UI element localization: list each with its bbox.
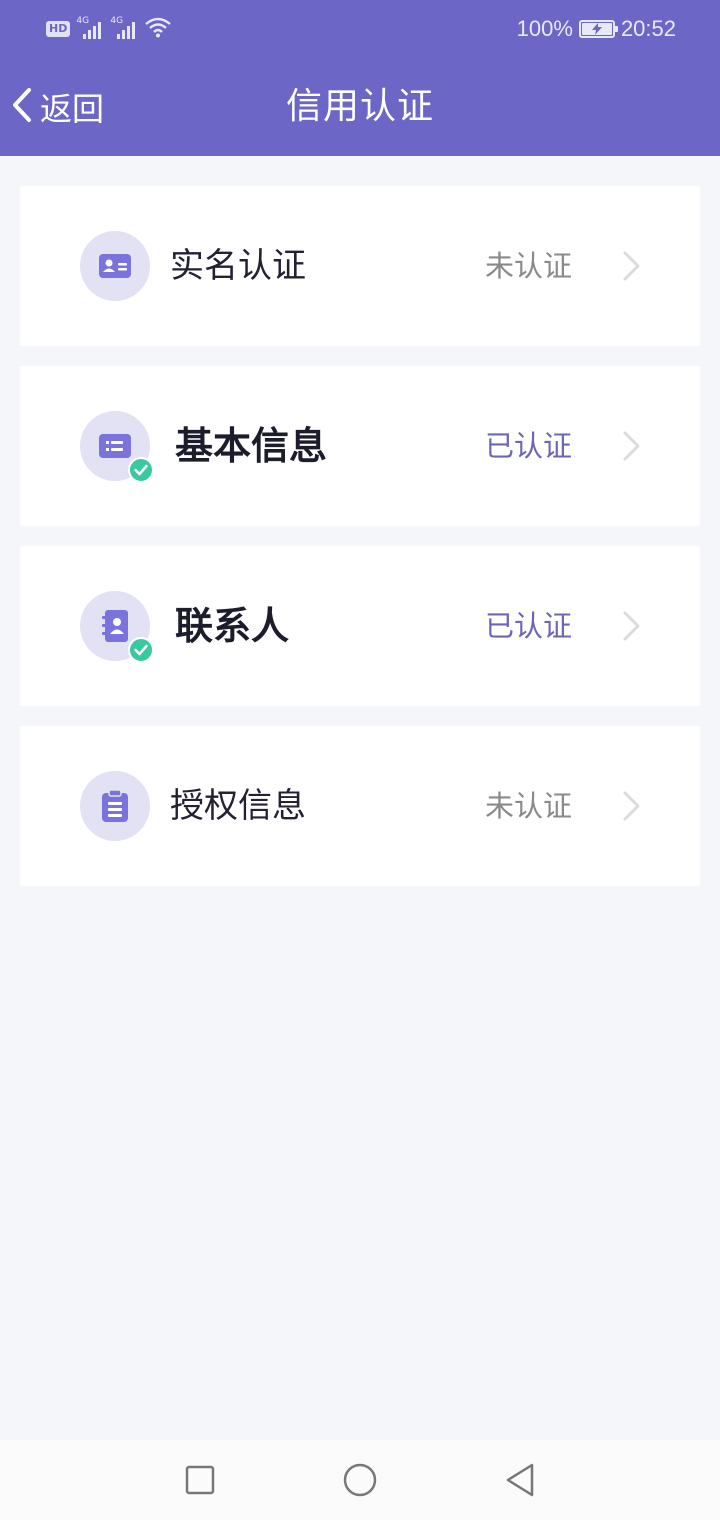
chevron-right-icon — [620, 430, 644, 462]
battery-percent: 100% — [516, 16, 573, 41]
list-item-basic-info[interactable]: 基本信息 已认证 — [20, 366, 700, 526]
recent-apps-icon[interactable] — [180, 1460, 220, 1500]
chevron-right-icon — [620, 250, 644, 282]
nav-bar: 返回 信用认证 — [0, 58, 720, 156]
status-text: 未认证 — [484, 789, 572, 823]
list-item-authorization[interactable]: 授权信息 未认证 — [20, 726, 700, 886]
info-card-icon — [80, 411, 154, 483]
status-icons-left: HD 4G 4G — [46, 16, 172, 42]
status-text: 已认证 — [484, 429, 572, 463]
signal-2-icon: 4G — [110, 16, 138, 40]
status-icons-right: 100% 20:52 — [517, 14, 676, 44]
item-label: 实名认证 — [170, 246, 306, 286]
clock: 20:52 — [620, 16, 676, 41]
hd-badge: HD — [46, 21, 71, 37]
status-bar: HD 4G 4G 100% 20:52 — [0, 0, 720, 58]
contacts-book-icon — [80, 591, 154, 663]
header: HD 4G 4G 100% 20:52 返回 信用认证 — [0, 0, 720, 156]
item-label: 联系人 — [175, 604, 290, 648]
battery-icon — [578, 20, 618, 38]
status-text: 未认证 — [484, 249, 572, 283]
chevron-right-icon — [620, 790, 644, 822]
chevron-right-icon — [620, 610, 644, 642]
signal-1-icon: 4G — [76, 16, 104, 40]
check-icon — [128, 637, 154, 663]
item-label: 授权信息 — [170, 786, 306, 826]
list-item-contacts[interactable]: 联系人 已认证 — [20, 546, 700, 706]
status-text: 已认证 — [484, 609, 572, 643]
item-label: 基本信息 — [175, 424, 328, 468]
back-triangle-icon[interactable] — [500, 1460, 540, 1500]
clipboard-icon — [80, 771, 150, 841]
home-icon[interactable] — [340, 1460, 380, 1500]
check-icon — [128, 457, 154, 483]
page-title: 信用认证 — [285, 86, 434, 127]
wifi-icon — [144, 16, 172, 42]
id-card-icon — [80, 231, 150, 301]
list-item-real-name[interactable]: 实名认证 未认证 — [20, 186, 700, 346]
system-nav-bar — [0, 1440, 720, 1520]
